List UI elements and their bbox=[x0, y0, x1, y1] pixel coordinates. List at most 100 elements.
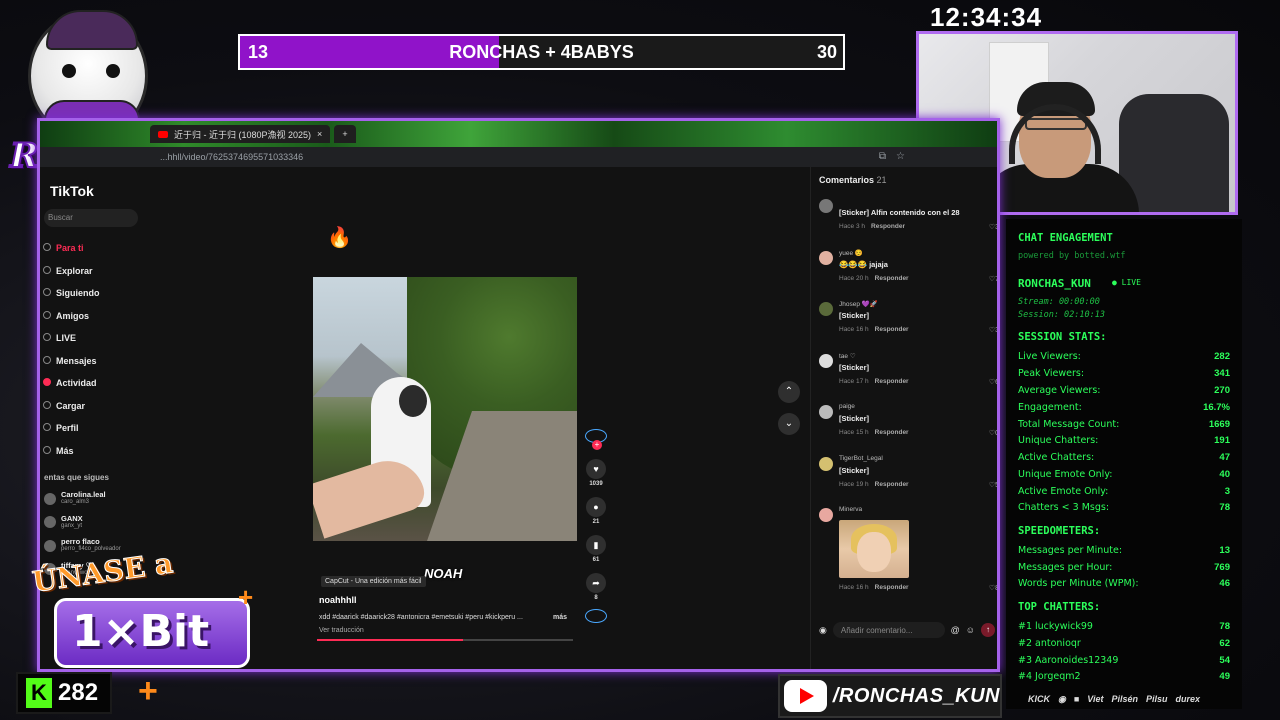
comment-item: paige [Sticker] Hace 15 h Responder ♡0 bbox=[819, 403, 997, 455]
home-icon bbox=[43, 243, 51, 251]
reply-button[interactable]: Responder bbox=[875, 584, 909, 591]
avatar[interactable] bbox=[819, 456, 833, 471]
stat-label: Active Emote Only: bbox=[1018, 486, 1109, 497]
url-text: ...hhll/video/7625374695571033346 bbox=[160, 152, 304, 162]
send-button[interactable]: ↑ bbox=[981, 623, 995, 637]
stat-label: Average Viewers: bbox=[1018, 385, 1101, 396]
sidebar-item-mas[interactable]: Más bbox=[40, 440, 100, 463]
bookmark-star-icon[interactable]: ☆ bbox=[896, 151, 905, 162]
save-button[interactable]: ▮ bbox=[586, 535, 606, 555]
sidebar-item-para-ti[interactable]: Para ti bbox=[40, 237, 100, 260]
top-chatter-row: #2 antonioqr 62 bbox=[1018, 638, 1230, 652]
music-disc-icon[interactable] bbox=[585, 609, 607, 623]
tiktok-logo[interactable]: TikTok bbox=[50, 183, 94, 199]
sidebar-item-mensajes[interactable]: Mensajes bbox=[40, 350, 100, 373]
comment-author[interactable]: yuee ☺️ bbox=[839, 249, 863, 257]
next-video-button[interactable]: ⌄ bbox=[778, 413, 800, 435]
video-caption: xdd #daarick #daarick28 #antonicra #emet… bbox=[319, 614, 523, 621]
video-player[interactable] bbox=[313, 277, 577, 541]
browser-tab[interactable]: 近于归 - 近于归 (1080P漁视 2025) × bbox=[150, 125, 331, 143]
comment-sticker-image[interactable] bbox=[839, 520, 909, 578]
promo-brand: 1×Bit bbox=[72, 606, 210, 657]
avatar[interactable] bbox=[819, 405, 833, 419]
sidebar-item-explorar[interactable]: Explorar bbox=[40, 260, 100, 283]
top-chatter-count: 78 bbox=[1219, 621, 1230, 632]
new-tab-button[interactable]: + bbox=[334, 125, 356, 143]
reply-button[interactable]: Responder bbox=[871, 223, 905, 230]
follow-plus-icon[interactable]: + bbox=[592, 440, 602, 450]
video-username[interactable]: noahhhll bbox=[319, 595, 357, 605]
following-item[interactable]: Carolina.leal caro_alm3 bbox=[44, 487, 121, 511]
speed-value: 769 bbox=[1214, 562, 1230, 573]
search-input[interactable]: Buscar bbox=[44, 209, 138, 227]
fire-emoji-icon: 🔥 bbox=[327, 227, 352, 249]
avatar[interactable] bbox=[819, 199, 833, 213]
sidebar-item-live[interactable]: LIVE bbox=[40, 327, 100, 350]
comment-like-count: 8 bbox=[995, 585, 999, 592]
comment-author[interactable]: TigerBot_Legal bbox=[839, 455, 883, 462]
emoji-button[interactable]: ☺ bbox=[966, 625, 975, 635]
like-button[interactable]: ♥ bbox=[586, 459, 606, 479]
comment-input[interactable]: Añadir comentario... bbox=[832, 622, 945, 638]
comment-author[interactable]: Jhosep 💜🚀 bbox=[839, 300, 878, 308]
mention-button[interactable]: @ bbox=[951, 625, 960, 635]
avatar[interactable] bbox=[819, 250, 833, 265]
url-bar[interactable]: ...hhll/video/7625374695571033346 ⧉ ☆ bbox=[40, 147, 997, 167]
reply-button[interactable]: Responder bbox=[875, 326, 909, 333]
sidebar-item-actividad[interactable]: Actividad bbox=[40, 372, 100, 395]
avatar bbox=[44, 492, 56, 505]
comment-author[interactable]: tae ♡ bbox=[839, 352, 856, 360]
avatar[interactable] bbox=[819, 353, 833, 368]
heart-icon: ♥ bbox=[593, 464, 599, 474]
youtube-handle-banner: /RONCHAS_KUN bbox=[778, 674, 1002, 718]
avatar bbox=[44, 516, 56, 529]
sidebar-item-siguiendo[interactable]: Siguiendo bbox=[40, 282, 100, 305]
reply-button[interactable]: Responder bbox=[875, 481, 909, 488]
comment-composer: ◉ Añadir comentario... @ ☺ ↑ bbox=[819, 621, 995, 639]
comment-like-button[interactable]: ♡7 bbox=[989, 275, 999, 283]
install-icon[interactable]: ⧉ bbox=[879, 151, 886, 162]
comment-like-button[interactable]: ♡3 bbox=[989, 223, 997, 231]
video-actions: + ♥ 1039 ● 21 ▮ 61 ➦ 8 bbox=[585, 429, 607, 629]
share-icon: ➦ bbox=[592, 577, 600, 588]
stat-label: Chatters < 3 Msgs: bbox=[1018, 502, 1110, 513]
stat-row: Active Emote Only: 3 bbox=[1018, 486, 1230, 500]
stat-row: Engagement: 16.7% bbox=[1018, 402, 1230, 416]
close-icon[interactable]: × bbox=[317, 129, 322, 139]
sidebar-item-label: Actividad bbox=[56, 378, 97, 389]
score-right: 30 bbox=[816, 42, 837, 62]
previous-video-button[interactable]: ⌃ bbox=[778, 381, 800, 403]
creator-avatar[interactable]: + bbox=[585, 429, 607, 450]
avatar[interactable] bbox=[819, 302, 833, 316]
comment-like-button[interactable]: ♡3 bbox=[989, 326, 997, 334]
caption-more-link[interactable]: más bbox=[553, 614, 567, 621]
reply-button[interactable]: Responder bbox=[875, 378, 909, 385]
comment-button[interactable]: ● bbox=[586, 497, 606, 517]
comment-like-button[interactable]: ♡6 bbox=[989, 378, 997, 386]
following-item[interactable]: GANX ganx_yt bbox=[44, 511, 121, 535]
translate-link[interactable]: Ver traducción bbox=[319, 627, 364, 634]
avatar[interactable] bbox=[819, 508, 833, 522]
youtube-icon bbox=[158, 130, 168, 138]
sidebar-item-perfil[interactable]: Perfil bbox=[40, 417, 100, 440]
share-button[interactable]: ➦ bbox=[586, 573, 606, 593]
comments-title: Comentarios 21 bbox=[819, 175, 887, 185]
sidebar-item-amigos[interactable]: Amigos bbox=[40, 305, 100, 328]
capcut-badge[interactable]: CapCut - Una edición más fácil bbox=[321, 576, 426, 587]
speed-value: 13 bbox=[1219, 545, 1230, 556]
comment-like-count: 7 bbox=[995, 275, 999, 283]
comment-item: [Sticker] Alfin contenido con el 28 Hace… bbox=[819, 197, 997, 249]
comment-like-button[interactable]: ♡5 bbox=[989, 481, 997, 489]
comment-like-button[interactable]: ♡0 bbox=[989, 429, 997, 437]
reply-button[interactable]: Responder bbox=[875, 429, 909, 436]
top-chatter-name: #1 luckywick99 bbox=[1018, 621, 1093, 632]
comment-like-button[interactable]: ♡8 bbox=[989, 584, 999, 592]
comment-author[interactable]: Minerva bbox=[839, 506, 862, 513]
video-progress-bar[interactable] bbox=[317, 639, 573, 641]
score-title: RONCHAS + 4BABYS bbox=[449, 42, 634, 62]
sponsor-discord-icon: ◉ bbox=[1058, 693, 1066, 704]
sidebar-item-cargar[interactable]: Cargar bbox=[40, 395, 100, 418]
reply-button[interactable]: Responder bbox=[875, 275, 909, 282]
comment-author[interactable]: paige bbox=[839, 403, 855, 410]
video-person-head bbox=[399, 385, 427, 417]
